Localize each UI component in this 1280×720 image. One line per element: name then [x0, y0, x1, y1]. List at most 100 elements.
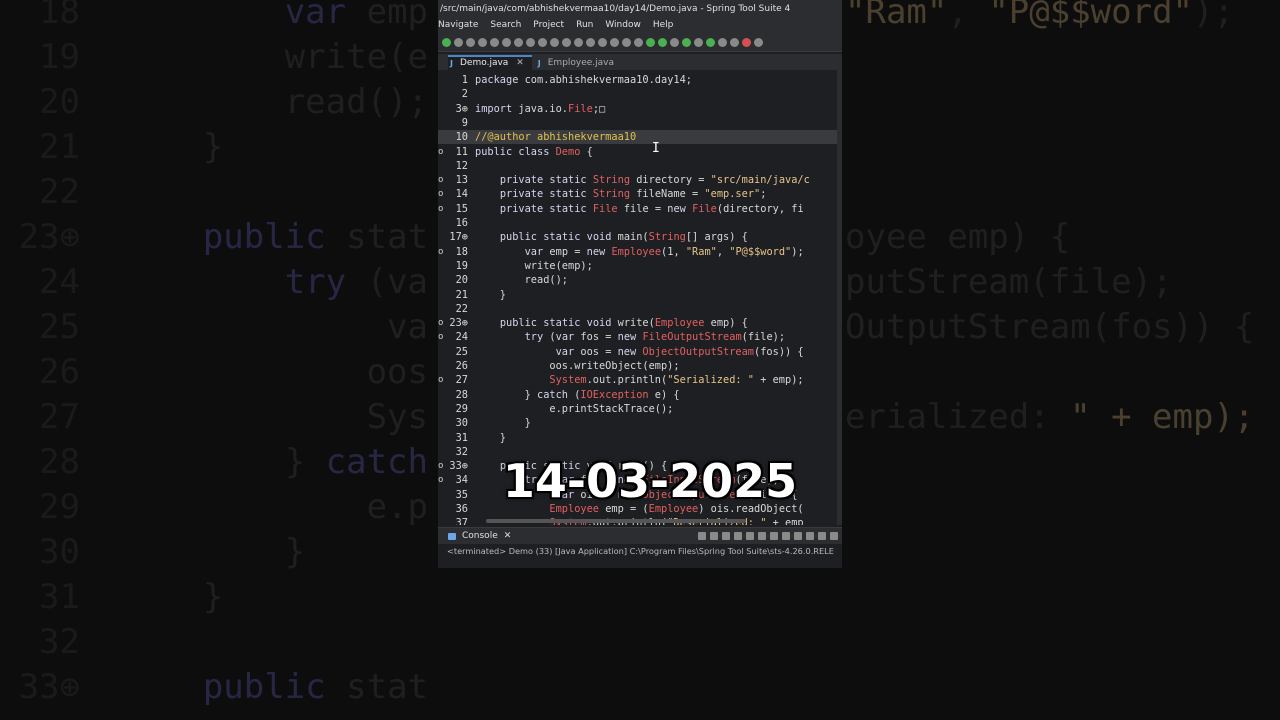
new-server-icon[interactable]: [730, 37, 739, 47]
code-line[interactable]: o 15 private static File file = new File(…: [438, 202, 838, 216]
menu-help[interactable]: Help: [653, 18, 674, 33]
console-status: <terminated> Demo (33) [Java Application…: [438, 544, 842, 558]
code-line[interactable]: 17⊕ public static void main(String[] arg…: [438, 230, 838, 244]
code-line[interactable]: o 23⊕ public static void write(Employee e…: [438, 316, 838, 330]
remove-launch-icon[interactable]: [722, 532, 730, 540]
code-line[interactable]: o 27 System.out.println("Serialized: " + …: [438, 373, 838, 387]
terminate-icon[interactable]: [710, 532, 718, 540]
tab-demo-java[interactable]: J Demo.java ✕: [448, 55, 532, 70]
code-line[interactable]: 21 }: [438, 288, 838, 302]
code-line[interactable]: 16: [438, 216, 838, 230]
word-wrap-icon[interactable]: [770, 532, 778, 540]
code-line[interactable]: 29 e.printStackTrace();: [438, 402, 838, 416]
code-line[interactable]: 10 //@author abhishekvermaa10: [438, 130, 838, 145]
code-line[interactable]: o 11 public class Demo {: [438, 145, 838, 159]
code-text: import java.io.File;□: [475, 102, 606, 115]
build-icon[interactable]: [526, 37, 535, 47]
line-number: 18: [455, 245, 468, 258]
dropdown-icon[interactable]: [754, 37, 763, 47]
skip-icon[interactable]: [622, 37, 631, 47]
refresh-icon[interactable]: [538, 37, 547, 47]
dropdown-icon[interactable]: [694, 37, 703, 47]
pin-icon[interactable]: [698, 532, 706, 540]
code-line[interactable]: 3⊕ import java.io.File;□: [438, 102, 838, 116]
print-icon[interactable]: [478, 37, 487, 47]
line-number: 11: [455, 145, 468, 158]
code-line[interactable]: o 18 var emp = new Employee(1, "Ram", "P@…: [438, 245, 838, 259]
line-number: 20: [455, 274, 468, 287]
code-line[interactable]: 30 }: [438, 416, 838, 430]
code-text: var oos = new ObjectOutputStream(fos)) {: [555, 345, 804, 358]
code-line[interactable]: o 14 private static String fileName = "em…: [438, 187, 838, 201]
line-number: 19: [455, 259, 468, 272]
package-icon[interactable]: [634, 37, 643, 47]
undo-icon[interactable]: [490, 37, 499, 47]
show-on-output-icon[interactable]: [782, 532, 790, 540]
line-number: 24: [455, 331, 468, 344]
code-line[interactable]: 31 }: [438, 431, 838, 445]
dropdown-icon[interactable]: [718, 37, 727, 47]
code-line[interactable]: 20 read();: [438, 273, 838, 287]
code-line[interactable]: 26 oos.writeObject(emp);: [438, 359, 838, 373]
edit-icon[interactable]: [598, 37, 607, 47]
close-icon[interactable]: ✕: [504, 531, 512, 541]
code-line[interactable]: 1 package com.abhishekvermaa10.day14;: [438, 73, 838, 87]
code-text: var emp = new Employee(1, "Ram", "P@$$wo…: [524, 245, 804, 258]
code-line[interactable]: 19 write(emp);: [438, 259, 838, 273]
run-icon[interactable]: [658, 37, 667, 47]
code-line[interactable]: o 13 private static String directory = "s…: [438, 173, 838, 187]
minimize-icon[interactable]: [818, 532, 826, 540]
code-line[interactable]: 25 var oos = new ObjectOutputStream(fos)…: [438, 345, 838, 359]
code-line[interactable]: 12: [438, 159, 838, 173]
menu-window[interactable]: Window: [605, 18, 641, 33]
dropdown-icon[interactable]: [670, 37, 679, 47]
menu-search[interactable]: Search: [490, 18, 521, 33]
code-text: public class Demo {: [475, 145, 593, 158]
stop-server-icon[interactable]: [742, 37, 751, 47]
debug-icon[interactable]: [646, 37, 655, 47]
filter-icon[interactable]: [586, 37, 595, 47]
line-number: 2: [461, 88, 468, 101]
display-console-icon[interactable]: [794, 532, 802, 540]
close-icon[interactable]: ✕: [516, 58, 524, 68]
code-line[interactable]: o 24 try (var fos = new FileOutputStream(…: [438, 330, 838, 344]
code-text: } catch (IOException e) {: [475, 388, 680, 401]
scroll-lock-icon[interactable]: [758, 532, 766, 540]
new-icon[interactable]: [442, 37, 451, 47]
open-console-icon[interactable]: [806, 532, 814, 540]
save-all-icon[interactable]: [466, 37, 475, 47]
save-icon[interactable]: [454, 37, 463, 47]
tab-employee-java[interactable]: J Employee.java: [536, 57, 622, 70]
menu-navigate[interactable]: Navigate: [438, 18, 478, 33]
tag-icon[interactable]: [574, 37, 583, 47]
maximize-icon[interactable]: [830, 532, 838, 540]
marker-icon[interactable]: [562, 37, 571, 47]
code-text: }: [475, 431, 506, 444]
line-number: 16: [455, 217, 468, 229]
code-line[interactable]: 2: [438, 87, 838, 101]
line-number: 28: [455, 388, 468, 401]
line-number: 12: [455, 159, 468, 172]
console-toolbar: [698, 532, 842, 540]
remove-all-icon[interactable]: [734, 532, 742, 540]
stop-icon[interactable]: [610, 37, 619, 47]
clear-console-icon[interactable]: [746, 532, 754, 540]
menu-project[interactable]: Project: [533, 18, 564, 33]
code-line[interactable]: 9: [438, 116, 838, 130]
coverage-icon[interactable]: [682, 37, 691, 47]
java-file-icon: J: [450, 59, 453, 68]
code-text: oos.writeObject(emp);: [475, 360, 680, 372]
code-text: System.out.println("Serialized: " + emp)…: [549, 374, 804, 387]
horizontal-scrollbar[interactable]: [486, 519, 746, 523]
link-icon[interactable]: [550, 37, 559, 47]
code-text: private static String directory = "src/m…: [499, 174, 810, 187]
code-text: private static String fileName = "emp.se…: [499, 188, 767, 201]
search-icon[interactable]: [514, 37, 523, 47]
console-tab[interactable]: Console: [462, 531, 498, 541]
menu-run[interactable]: Run: [576, 18, 593, 33]
tab-label: Demo.java: [460, 58, 509, 68]
external-tools-icon[interactable]: [706, 37, 715, 47]
code-line[interactable]: 28 } catch (IOException e) {: [438, 388, 838, 402]
redo-icon[interactable]: [502, 37, 511, 47]
code-line[interactable]: 22: [438, 302, 838, 316]
